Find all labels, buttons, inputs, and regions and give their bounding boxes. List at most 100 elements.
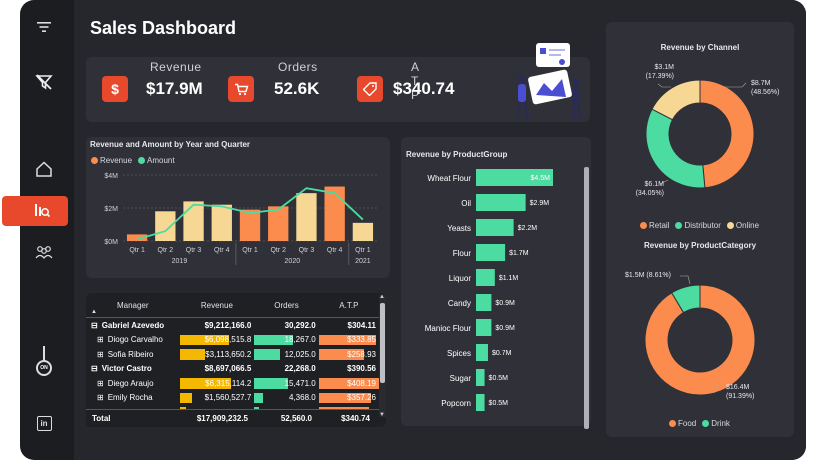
col-manager[interactable]: Manager ▲ [86,293,180,318]
revenue-bar[interactable] [155,211,176,241]
orders-cell-value: 12,025.0 [284,349,316,359]
manager-cell: ⊟ Gabriel Azevedo [86,318,180,333]
orders-cell: 4,368.0 [254,391,318,406]
retail-slice[interactable] [699,79,755,189]
matrix-viewport[interactable]: Manager ▲ Revenue Orders A.T.P ⊟ Gabriel A… [86,293,379,427]
sidebar: ON in [2,0,68,460]
expand-toggle-icon[interactable]: ⊞ [97,350,104,359]
product-bar[interactable] [476,219,514,236]
product-category-label: Oil [461,199,471,208]
orders-cell: 12,025.0 [254,347,318,362]
matrix-scrollbar-thumb[interactable] [380,303,385,383]
revenue-cell: $1,560,527.7 [179,391,255,406]
manager-name: Gabriel Azevedo [101,320,165,330]
revenue-cell-value: $8,697,066.5 [204,364,252,374]
product-bar[interactable] [476,369,485,386]
matrix-total-row: Total $17,909,232.5 52,560.0 $340.74 [86,409,379,427]
revenue-cell-value: $1,560,527.7 [204,393,252,403]
product-bar[interactable] [476,194,526,211]
product-category-label: Spices [447,349,471,358]
expand-toggle-icon[interactable]: ⊟ [91,364,98,373]
app-window: ON in Sales Dashboard $ Revenue $17.9M O… [2,0,806,460]
atp-cell: $390.56 [319,362,379,377]
label-food: $16.4M (91.39%) [726,384,755,400]
table-row[interactable]: ⊟ Victor Castro $8,697,066.5 22,268.0 $390.5… [86,362,379,377]
col-orders[interactable]: Orders [254,293,319,318]
distributor-slice[interactable] [645,108,706,189]
revenue-cell: $8,697,066.5 [180,362,255,377]
product-category-label: Wheat Flour [427,174,471,183]
total-revenue: $17,909,232.5 [196,414,248,423]
linkedin-icon[interactable]: in [32,411,56,435]
revenue-bar[interactable] [352,222,374,241]
revenue-bar[interactable] [239,209,261,241]
product-bar[interactable] [476,344,488,361]
sort-ascending-icon[interactable]: ▲ [91,309,97,315]
expand-toggle-icon[interactable]: ⊞ [97,393,104,402]
cart-icon [228,76,254,102]
scroll-down-icon[interactable]: ▼ [379,412,385,418]
product-bar[interactable] [476,394,485,411]
x-tick-label: Qtr 2 [270,247,286,254]
product-bar[interactable] [476,244,506,261]
total-orders: 52,560.0 [280,414,312,423]
revenue-bar[interactable] [296,193,317,241]
legend-drink: Drink [702,419,730,428]
product-scrollbar-thumb[interactable] [584,167,589,429]
price-tag-icon [357,76,383,102]
data-bar [254,349,281,360]
revenue-bar[interactable] [211,204,232,241]
manager-name: Emily Rocha [107,393,153,403]
revenue-amount-chart-panel: Revenue and Amount by Year and Quarter R… [86,137,390,278]
channel-legend: Retail Distributor Online [640,221,759,230]
product-value-label: $0.5M [489,400,509,407]
power-toggle-icon[interactable]: ON [32,343,56,379]
main-canvas: Sales Dashboard $ Revenue $17.9M Orders … [74,0,806,460]
table-row[interactable]: ⊟ Gabriel Azevedo $9,212,166.0 30,292.0 $304… [86,318,379,333]
scroll-up-icon[interactable]: ▲ [379,294,385,300]
home-icon[interactable] [32,157,56,181]
expand-toggle-icon[interactable]: ⊞ [97,379,104,388]
manager-cell: ⊞ Emily Rocha [86,391,180,406]
product-bar[interactable] [476,319,492,336]
category-chart-title: Revenue by ProductCategory [643,241,757,250]
table-row[interactable]: ⊞ Diogo Carvalho $6,098,515.8 18,267.0 $333.… [86,333,379,348]
y-tick-label: $4M [104,173,118,180]
revenue-bar[interactable] [324,186,345,241]
table-row[interactable]: ⊞ Diego Araujo $6,315,114.2 15,471.0 $408.19 [86,376,379,391]
revenue-bar[interactable] [183,201,204,241]
combo-chart: $4M $2M $0M Qtr 1 Qtr 2 Qtr 3 Qtr 4 Qtr 1 Qtr 2 Q… [104,173,377,265]
product-scrollbar[interactable] [584,167,589,429]
clear-filter-icon[interactable] [32,70,56,94]
data-bar [254,392,264,403]
expand-toggle-icon[interactable]: ⊟ [91,321,98,330]
expand-toggle-icon[interactable]: ⊞ [97,335,104,344]
revenue-cell: $9,212,166.0 [180,318,255,333]
label-distributor: $6.1M (34.05%) [635,181,664,197]
revenue-cell: $6,315,114.2 [179,376,255,391]
analytics-nav-button[interactable] [2,196,68,226]
channel-chart-title: Revenue by Channel [660,43,740,52]
category-legend: Food Drink [669,419,730,428]
product-group-panel: Revenue by ProductGroup Wheat Flour $4.5M… [401,137,591,429]
table-row[interactable]: ⊞ Emily Rocha $1,560,527.7 4,368.0 $357.26 [86,391,379,406]
x-tick-label: Qtr 1 [355,247,371,254]
product-value-label: $2.9M [530,200,550,207]
manager-cell: ⊟ Victor Castro [86,362,180,377]
online-leader [657,83,671,88]
matrix-scrollbar[interactable]: ▲ ▼ [379,294,386,418]
table-row[interactable]: ⊞ Sofia Ribeiro $3,113,650.2 12,025.0 $258.9… [86,347,379,362]
orders-cell-value: 22,268.0 [284,364,316,374]
col-atp[interactable]: A.T.P [318,293,379,318]
filter-menu-icon[interactable] [32,15,56,39]
product-value-label: $0.7M [492,350,512,357]
product-bar[interactable] [476,269,495,286]
revenue-bar[interactable] [268,206,289,241]
orders-cell: 22,268.0 [254,362,318,377]
col-revenue[interactable]: Revenue [179,293,255,318]
revenue-cell-value: $9,212,166.0 [204,320,252,330]
product-bar[interactable] [476,294,492,311]
manager-cell: ⊞ Diogo Carvalho [86,333,180,348]
y-tick-label: $2M [104,206,118,213]
team-icon[interactable] [32,240,56,264]
